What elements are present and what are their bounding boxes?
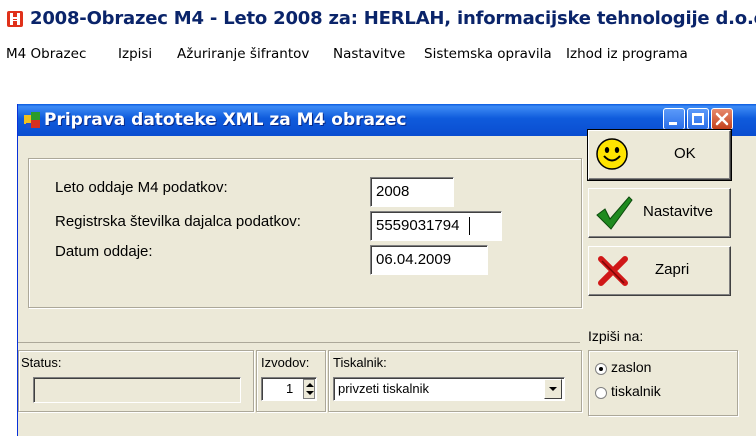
chevron-down-icon [549,387,557,391]
printer-label: Tiskalnik: [333,355,387,370]
app-icon [24,112,40,128]
maximize-button[interactable] [687,108,709,130]
divider [18,342,580,343]
registration-number-input[interactable]: 5559031794 [370,211,502,241]
output-label: Izpiši na: [588,328,644,344]
radio-screen[interactable] [595,363,607,375]
ok-button[interactable]: OK [587,129,732,181]
radio-printer[interactable] [595,387,607,399]
printer-dropdown-button[interactable] [544,379,562,399]
menu-sistemska-opravila[interactable]: Sistemska opravila [424,46,552,62]
year-input[interactable]: 2008 [370,177,454,207]
input-group-frame: Leto oddaje M4 podatkov: 2008 Registrska… [28,158,582,308]
close-label: Zapri [655,261,690,278]
radio-screen-label: zaslon [611,359,652,375]
year-label: Leto oddaje M4 podatkov: [55,179,228,196]
smiley-icon [596,138,628,170]
registration-number-label: Registrska številka dajalca podatkov: [55,213,301,230]
copies-label: Izvodov: [261,355,310,370]
menu-bar: M4 Obrazec Izpisi Ažuriranje šifrantov N… [0,40,756,70]
date-input[interactable]: 06.04.2009 [370,245,488,275]
printer-select[interactable]: privzeti tiskalnik [333,377,565,401]
close-window-button[interactable] [711,108,733,130]
cross-icon [598,256,628,286]
printer-group: Tiskalnik: privzeti tiskalnik [328,350,582,412]
menu-m4-obrazec[interactable]: M4 Obrazec [6,46,86,62]
status-group: Status: [18,350,254,412]
close-button[interactable]: Zapri [588,246,731,296]
menu-izpisi[interactable]: Izpisi [118,46,152,62]
app-logo-icon [7,11,23,27]
spin-up-icon [306,383,314,387]
radio-printer-label: tiskalnik [611,383,661,399]
date-label: Datum oddaje: [55,243,153,260]
app-title-bar: 2008-Obrazec M4 - Leto 2008 za: HERLAH, … [0,0,756,40]
output-group: zaslon tiskalnik [588,350,738,416]
minimize-button[interactable] [663,108,685,130]
status-label: Status: [21,355,62,370]
menu-azuriranje-sifrantov[interactable]: Ažuriranje šifrantov [177,46,309,62]
close-icon [715,112,729,126]
settings-button[interactable]: Nastavitve [588,188,731,238]
spin-down-icon [306,391,314,395]
app-title: 2008-Obrazec M4 - Leto 2008 za: HERLAH, … [30,8,756,29]
copies-spinner[interactable] [303,379,315,399]
menu-nastavitve[interactable]: Nastavitve [333,46,405,62]
checkmark-icon [596,196,633,230]
copies-group: Izvodov: 1 [256,350,326,412]
maximize-icon [692,113,704,125]
settings-label: Nastavitve [643,203,714,220]
xml-prepare-dialog: Priprava datoteke XML za M4 obrazec Leto… [17,104,756,436]
radio-selected-dot [599,367,603,371]
menu-izhod[interactable]: Izhod iz programa [566,46,688,62]
minimize-icon [669,122,677,125]
dialog-title: Priprava datoteke XML za M4 obrazec [44,110,407,130]
status-field [33,377,241,403]
text-cursor [469,217,470,235]
ok-label: OK [674,145,696,162]
